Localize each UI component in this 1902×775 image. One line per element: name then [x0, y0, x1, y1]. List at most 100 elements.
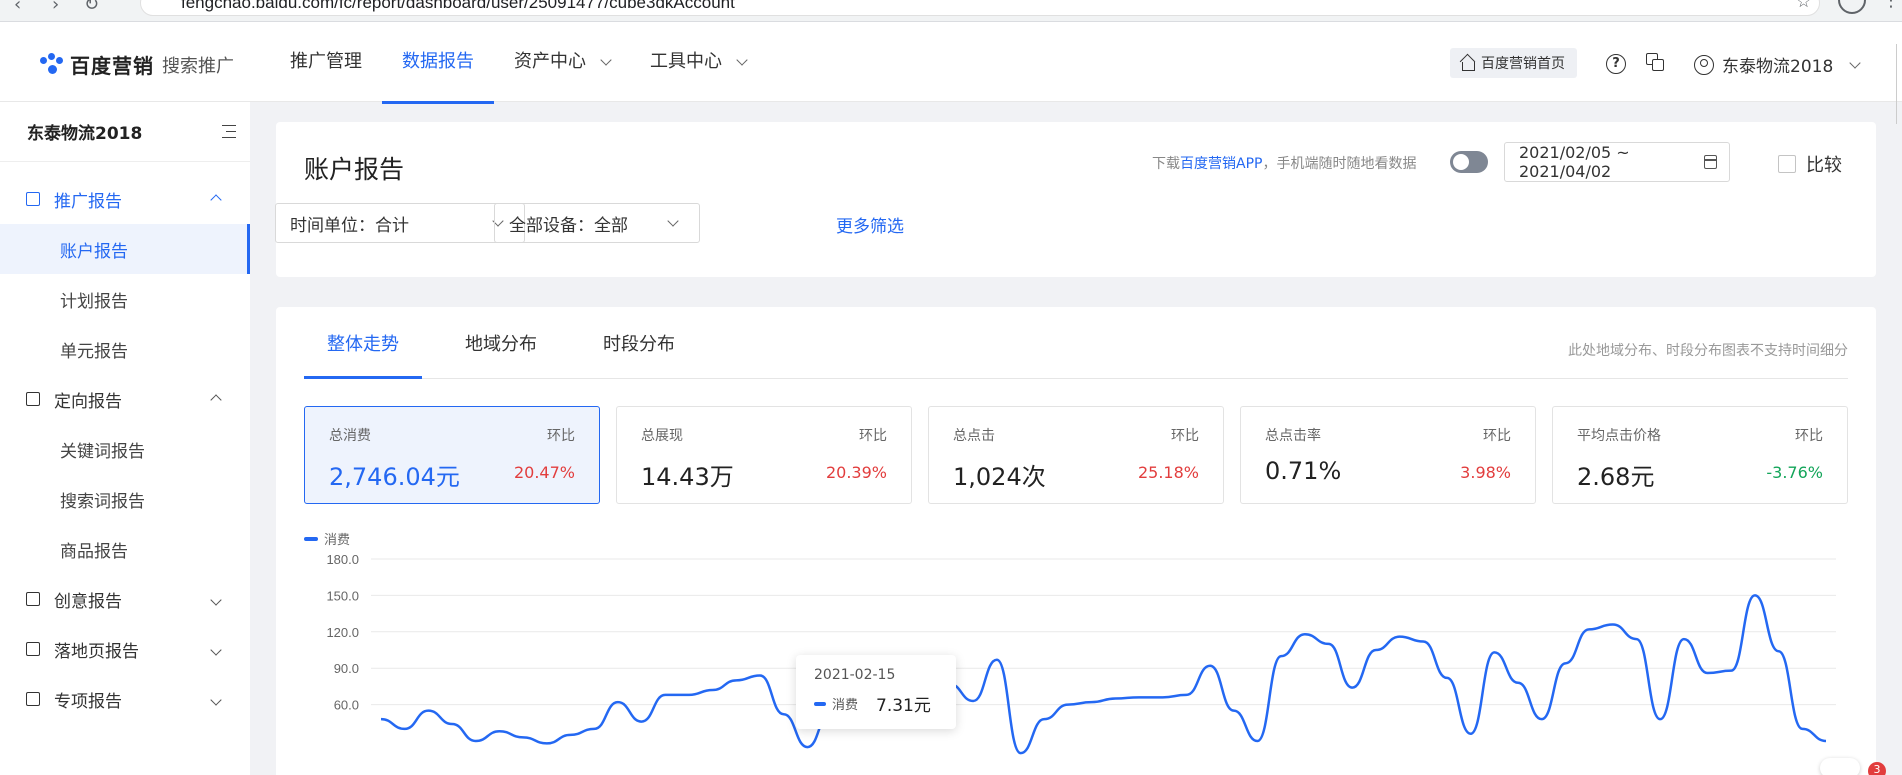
metric-value: 2.68元	[1577, 463, 1655, 491]
metric-card-avg-cpc[interactable]: 平均点击价格 环比 2.68元 -3.76%	[1552, 406, 1848, 504]
sidebar-item-account-report[interactable]: 账户报告	[0, 224, 250, 274]
mobile-sync-toggle[interactable]	[1450, 151, 1488, 173]
nav-tool-center[interactable]: 工具中心	[630, 22, 766, 102]
collapse-menu-icon[interactable]	[218, 124, 236, 140]
sidebar-group-creative-report[interactable]: 创意报告	[0, 574, 250, 624]
chart-legend[interactable]: 消费	[304, 529, 350, 548]
tab-note: 此处地域分布、时段分布图表不支持时间细分	[1568, 343, 1848, 359]
sidebar-item-search-term-report[interactable]: 搜索词报告	[0, 474, 250, 524]
metric-change: 3.98%	[1460, 463, 1511, 482]
y-tick-label: 180.0	[326, 552, 359, 567]
device-select[interactable]: 全部设备：全部	[494, 203, 700, 243]
metric-card-clicks[interactable]: 总点击 环比 1,024次 25.18%	[928, 406, 1224, 504]
y-tick-label: 60.0	[334, 698, 359, 713]
home-icon	[1460, 56, 1475, 71]
y-tick-label: 120.0	[326, 625, 359, 640]
nav-promotion-management[interactable]: 推广管理	[270, 22, 382, 102]
checkbox[interactable]	[1778, 155, 1796, 173]
cost-line-chart: 180.0 150.0 120.0 90.0 60.0	[326, 552, 1836, 755]
bookmark-star-icon[interactable]: ☆	[1796, 0, 1811, 12]
metric-change: -3.76%	[1766, 463, 1823, 482]
browser-bar: ‹ › ↻ fengchao.baidu.com/fc/report/dashb…	[0, 0, 1902, 22]
metric-card-cost[interactable]: 总消费 环比 2,746.04元 20.47%	[304, 406, 600, 504]
nav-data-report[interactable]: 数据报告	[382, 22, 494, 104]
metric-cards: 总消费 环比 2,746.04元 20.47% 总展现 环比 14.43万 20…	[304, 406, 1848, 504]
divider	[1896, 44, 1897, 124]
help-icon[interactable]: ?	[1606, 54, 1626, 74]
sidebar-item-product-report[interactable]: 商品报告	[0, 524, 250, 574]
grid-icon	[26, 642, 40, 656]
chevron-up-icon	[210, 394, 222, 406]
address-bar[interactable]: fengchao.baidu.com/fc/report/dashboard/u…	[140, 0, 1820, 16]
chevron-down-icon	[667, 215, 679, 227]
time-unit-select[interactable]: 时间单位：合计	[275, 203, 525, 243]
sidebar-group-promotion-report[interactable]: 推广报告	[0, 174, 250, 224]
filter-panel: 账户报告 下载百度营销APP，手机端随时随地看数据 2021/02/05 ~ 2…	[275, 122, 1876, 277]
reload-icon[interactable]: ↻	[84, 0, 99, 15]
calendar-icon	[1704, 155, 1717, 169]
tooltip-swatch	[814, 701, 826, 706]
sidebar-group-landing-page-report[interactable]: 落地页报告	[0, 624, 250, 674]
sidebar-account: 东泰物流2018	[0, 102, 250, 162]
page-title: 账户报告	[304, 155, 405, 184]
chevron-up-icon	[210, 194, 222, 206]
metric-change: 20.47%	[513, 463, 575, 482]
legend-swatch	[304, 536, 318, 541]
metric-change: 20.39%	[825, 463, 887, 482]
sidebar-item-keyword-report[interactable]: 关键词报告	[0, 424, 250, 474]
sidebar: 东泰物流2018 推广报告 账户报告 计划报告 单元报告 定向报告 关键词报告 …	[0, 102, 250, 775]
chart-tooltip: 2021-02-15 消费 7.31元	[796, 655, 956, 729]
browser-menu-icon[interactable]: ⋮	[1882, 0, 1900, 11]
forward-icon[interactable]: ›	[52, 0, 59, 15]
metric-card-impressions[interactable]: 总展现 环比 14.43万 20.39%	[616, 406, 912, 504]
chevron-down-icon	[1849, 56, 1861, 69]
sidebar-item-unit-report[interactable]: 单元报告	[0, 324, 250, 374]
y-tick-label: 90.0	[334, 661, 359, 676]
sidebar-item-plan-report[interactable]: 计划报告	[0, 274, 250, 324]
browser-profile-icon[interactable]	[1838, 0, 1866, 14]
metric-value: 0.71%	[1265, 457, 1342, 485]
paw-logo-icon	[40, 52, 64, 77]
tooltip-value: 7.31元	[876, 696, 931, 716]
sidebar-group-special-report[interactable]: 专项报告	[0, 674, 250, 724]
tab-overall-trend[interactable]: 整体走势	[304, 307, 422, 379]
brand-name: 百度营销	[70, 54, 154, 78]
metric-value: 2,746.04元	[329, 463, 460, 491]
metric-card-ctr[interactable]: 总点击率 环比 0.71% 3.98%	[1240, 406, 1536, 504]
metric-value: 1,024次	[953, 463, 1046, 491]
tooltip-date: 2021-02-15	[814, 667, 896, 683]
y-tick-label: 150.0	[326, 588, 359, 603]
report-panel: 整体走势 地域分布 时段分布 此处地域分布、时段分布图表不支持时间细分 总消费 …	[276, 307, 1876, 775]
document-icon	[26, 592, 40, 606]
chevron-down-icon	[736, 54, 748, 66]
floating-helper[interactable]	[1820, 758, 1860, 775]
tooltip-series: 消费	[832, 698, 859, 713]
top-header: 百度营销 搜索推广 推广管理 数据报告 资产中心 工具中心 百度营销首页 ? 东…	[0, 22, 1902, 124]
date-range-picker[interactable]: 2021/02/05 ~ 2021/04/02	[1504, 142, 1730, 182]
chevron-down-icon	[210, 594, 222, 606]
sidebar-group-targeting-report[interactable]: 定向报告	[0, 374, 250, 424]
notification-badge[interactable]: 3	[1868, 762, 1886, 775]
chevron-down-icon	[600, 54, 612, 66]
switch-account-icon[interactable]	[1646, 53, 1666, 73]
back-icon[interactable]: ‹	[14, 0, 21, 15]
user-menu[interactable]: 东泰物流2018	[1694, 52, 1861, 77]
table-icon	[26, 692, 40, 706]
more-filters-link[interactable]: 更多筛选	[836, 212, 904, 237]
chevron-down-icon	[210, 694, 222, 706]
list-icon	[26, 392, 40, 406]
tab-region[interactable]: 地域分布	[442, 307, 560, 378]
user-icon	[1694, 54, 1714, 75]
logo[interactable]: 百度营销 搜索推广	[40, 50, 234, 79]
app-download-link[interactable]: 百度营销APP	[1180, 156, 1262, 172]
marketing-home-button[interactable]: 百度营销首页	[1450, 48, 1577, 78]
series-line-cost[interactable]	[380, 594, 1827, 755]
legend-label: 消费	[324, 533, 351, 548]
metric-value: 14.43万	[641, 463, 734, 491]
metric-change: 25.18%	[1137, 463, 1199, 482]
tab-time-period[interactable]: 时段分布	[580, 307, 698, 378]
compare-checkbox[interactable]: 比较	[1778, 151, 1842, 177]
main-nav: 推广管理 数据报告 资产中心 工具中心	[270, 22, 766, 104]
nav-asset-center[interactable]: 资产中心	[494, 22, 630, 102]
chevron-down-icon	[210, 644, 222, 656]
